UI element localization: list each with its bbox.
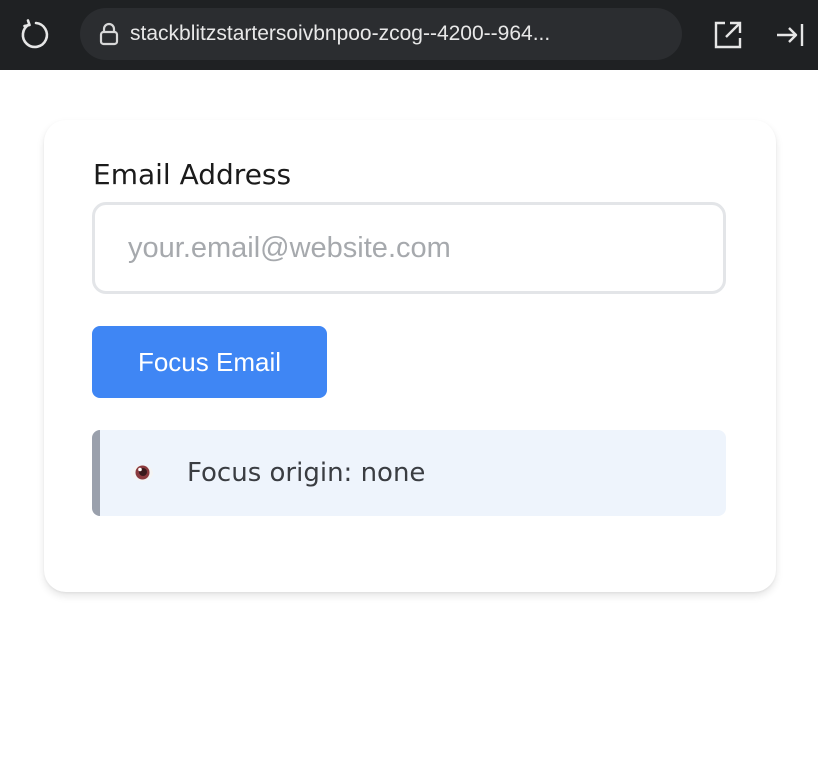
browser-toolbar: stackblitzstartersoivbnpoo-zcog--4200--9…: [0, 0, 818, 70]
email-input[interactable]: [92, 202, 726, 294]
reload-icon: [21, 19, 49, 49]
focus-email-button[interactable]: Focus Email: [92, 326, 327, 398]
address-bar[interactable]: stackblitzstartersoivbnpoo-zcog--4200--9…: [80, 8, 682, 60]
email-label: Email Address: [93, 158, 292, 191]
status-text: Focus origin: none: [187, 458, 426, 488]
collapse-panel-button[interactable]: [768, 13, 812, 57]
collapse-panel-icon: [777, 24, 804, 46]
lock-icon: [98, 21, 120, 47]
eye-icon: [131, 465, 153, 481]
status-accent-bar: [92, 430, 100, 516]
open-in-new-tab-button[interactable]: [706, 13, 750, 57]
reload-button[interactable]: [14, 13, 58, 57]
url-text: stackblitzstartersoivbnpoo-zcog--4200--9…: [130, 22, 551, 45]
open-in-new-tab-icon: [714, 21, 742, 49]
focus-origin-status: Focus origin: none: [92, 430, 726, 516]
focus-demo-card: Email Address Focus Email Focus origin: …: [44, 120, 776, 592]
